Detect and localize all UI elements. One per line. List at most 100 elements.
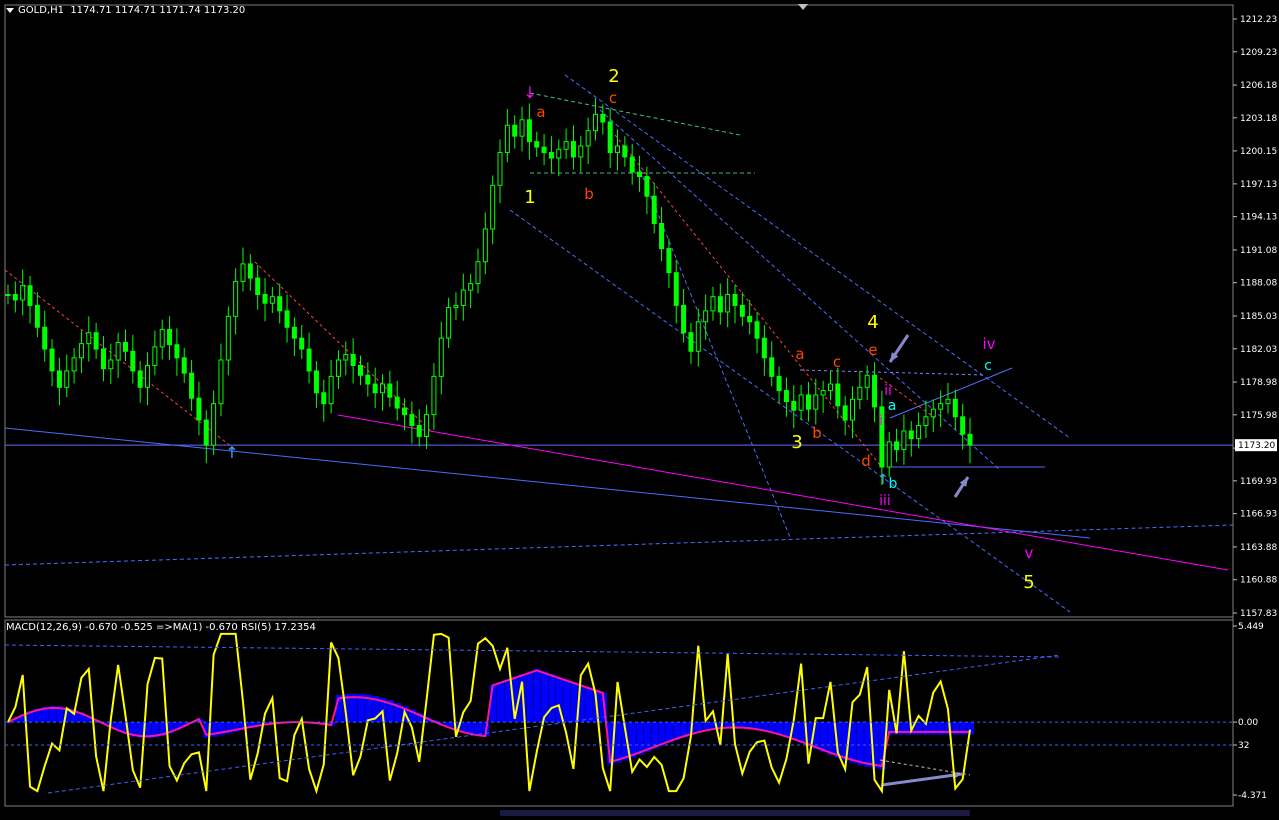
candle-body <box>564 142 568 150</box>
candle-body <box>138 371 142 387</box>
current-price-label: 1173.20 <box>1238 441 1275 451</box>
indicator-tick-label: 0.00 <box>1238 718 1258 728</box>
wave-label-b: b <box>889 476 898 492</box>
candle-body <box>608 122 612 153</box>
candle-body <box>616 146 620 153</box>
candle-body <box>314 371 318 393</box>
candle-body <box>212 404 216 445</box>
candle-body <box>256 278 260 294</box>
candle-body <box>770 358 774 377</box>
macd-signal-line <box>8 670 970 765</box>
wave-label-b: b <box>584 185 594 203</box>
candle-body <box>358 365 362 375</box>
candle-body <box>278 297 282 311</box>
candle-body <box>28 286 32 306</box>
arrow-icon <box>882 774 962 785</box>
candle-body <box>828 384 832 391</box>
candle-body <box>740 305 744 316</box>
channel-line-lower <box>5 525 1233 565</box>
candle-body <box>307 349 311 371</box>
candle-body <box>219 360 223 404</box>
ohlc-values: 1174.71 1174.71 1171.74 1173.20 <box>70 5 245 16</box>
candle-body <box>94 333 98 349</box>
candle-body <box>520 120 524 136</box>
candle-body <box>836 384 840 406</box>
wave-labels-layer: ↑↓↑12345abcabcdeiiiiiiivvabc <box>225 66 1034 593</box>
candle-body <box>638 172 642 176</box>
candle-body <box>13 294 17 299</box>
candle-body <box>447 308 451 339</box>
candle-body <box>946 399 950 403</box>
indicator-tick-label: 32 <box>1238 741 1249 751</box>
candle-body <box>682 305 686 332</box>
channel-line-1 <box>510 210 1070 612</box>
price-tick-label: 1178.98 <box>1240 378 1277 388</box>
candle-body <box>821 391 825 395</box>
support-trendline-blue <box>5 428 1090 538</box>
macd-histogram-bar <box>468 722 475 734</box>
candle-body <box>270 297 274 304</box>
candle-body <box>527 120 531 142</box>
candle-body <box>843 406 847 420</box>
price-tick-label: 1160.88 <box>1240 576 1277 586</box>
macd-histogram-bar <box>526 671 533 722</box>
macd-histogram-bar <box>475 722 482 735</box>
candle-body <box>755 322 759 338</box>
price-panel-border <box>5 5 1233 617</box>
candle-body <box>469 284 473 291</box>
candle-body <box>873 375 877 407</box>
candle-body <box>204 420 208 445</box>
trading-chart-window[interactable]: ↑↓↑12345abcabcdeiiiiiiivvabc 1212.231209… <box>0 0 1279 816</box>
candle-body <box>403 408 407 415</box>
wave-label-a: a <box>536 103 545 121</box>
wave-label-v: v <box>1025 544 1034 562</box>
candle-body <box>535 142 539 147</box>
wave4-top-line <box>800 370 985 375</box>
price-axis: 1212.231209.231206.181203.181200.151197.… <box>1233 15 1277 619</box>
candle-body <box>909 431 913 439</box>
candle-body <box>660 224 664 249</box>
candle-body <box>733 294 737 305</box>
indicator-panel-border <box>5 620 1233 806</box>
price-tick-label: 1175.98 <box>1240 411 1277 421</box>
candle-body <box>43 327 47 349</box>
candle-body <box>505 125 509 152</box>
candle-body <box>373 384 377 393</box>
wave-label-a: a <box>795 345 804 363</box>
candle-body <box>711 297 715 311</box>
wave-label-d: d <box>861 452 871 470</box>
candle-body <box>300 338 304 349</box>
candle-body <box>887 442 891 467</box>
candle-body <box>123 343 127 352</box>
candle-body <box>461 290 465 305</box>
candle-body <box>513 125 517 136</box>
candle-body <box>79 344 83 358</box>
chevron-down-icon[interactable] <box>6 8 14 13</box>
candle-body <box>366 375 370 384</box>
macd-histogram-bar <box>827 722 834 755</box>
candle-body <box>263 294 267 303</box>
candle-body <box>939 404 943 409</box>
wave-label-iv: iv <box>982 335 995 353</box>
shift-marker-icon[interactable] <box>798 4 808 10</box>
candle-body <box>476 262 480 284</box>
chart-canvas[interactable]: ↑↓↑12345abcabcdeiiiiiiivvabc 1212.231209… <box>0 0 1279 816</box>
candle-body <box>498 153 502 186</box>
candle-body <box>50 349 54 371</box>
candle-body <box>190 373 194 398</box>
wave-label-i: i <box>879 413 883 429</box>
candle-body <box>439 338 443 376</box>
candle-body <box>924 417 928 426</box>
candle-body <box>623 146 627 157</box>
candle-body <box>931 409 935 417</box>
macd-histogram-bar <box>820 722 827 752</box>
price-tick-label: 1197.13 <box>1240 180 1277 190</box>
macd-histogram-bar <box>585 687 592 722</box>
candle-body <box>322 393 326 404</box>
swing-line-2 <box>255 262 432 432</box>
candle-body <box>131 351 135 371</box>
price-tick-label: 1157.83 <box>1240 609 1277 619</box>
indicator-trendline <box>5 645 1060 657</box>
chart-scrollbar[interactable] <box>500 810 970 816</box>
candle-body <box>285 311 289 327</box>
